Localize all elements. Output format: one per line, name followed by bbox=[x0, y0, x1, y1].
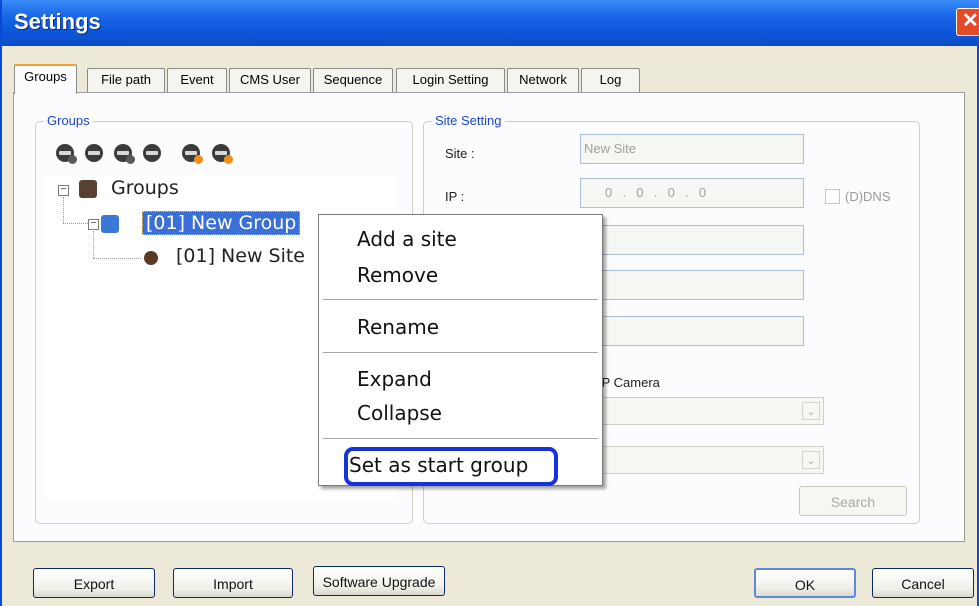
menu-item-collapse[interactable]: Collapse bbox=[357, 401, 442, 425]
tab-login-setting[interactable]: Login Setting bbox=[396, 68, 505, 92]
chevron-down-icon: ⌄ bbox=[802, 451, 820, 469]
move-up-icon[interactable] bbox=[182, 144, 203, 164]
remove-site-icon[interactable] bbox=[143, 144, 161, 162]
menu-item-remove[interactable]: Remove bbox=[357, 263, 438, 287]
tab-network[interactable]: Network bbox=[507, 68, 579, 92]
settings-window: Settings ✕ Groups File path Event CMS Us… bbox=[0, 0, 979, 606]
site-field[interactable]: New Site bbox=[580, 134, 804, 164]
groups-legend: Groups bbox=[44, 113, 93, 128]
move-down-icon[interactable] bbox=[212, 144, 233, 164]
port-field[interactable] bbox=[580, 225, 804, 255]
menu-separator bbox=[323, 299, 598, 300]
search-button[interactable]: Search bbox=[799, 486, 907, 516]
model-select[interactable]: ⌄ bbox=[580, 446, 824, 474]
menu-item-expand[interactable]: Expand bbox=[357, 367, 432, 391]
import-button[interactable]: Import bbox=[173, 568, 293, 598]
add-site-icon[interactable] bbox=[114, 144, 135, 164]
ip-field-value: 0 . 0 . 0 . 0 bbox=[605, 185, 708, 200]
site-field-value: New Site bbox=[584, 141, 637, 156]
menu-separator bbox=[323, 352, 598, 353]
close-button[interactable]: ✕ bbox=[956, 8, 979, 36]
title-bar: Settings ✕ bbox=[2, 0, 979, 46]
ddns-checkbox[interactable] bbox=[825, 189, 840, 204]
menu-item-add-site[interactable]: Add a site bbox=[357, 227, 457, 251]
tab-groups[interactable]: Groups bbox=[14, 64, 77, 94]
password-field[interactable] bbox=[580, 316, 804, 346]
close-icon: ✕ bbox=[962, 10, 979, 32]
context-menu: Add a site Remove Rename Expand Collapse… bbox=[318, 214, 603, 486]
add-group-icon[interactable] bbox=[56, 144, 77, 164]
group-icon bbox=[101, 215, 119, 233]
highlight-annotation bbox=[344, 447, 558, 486]
cancel-button[interactable]: Cancel bbox=[872, 568, 974, 598]
tab-file-path[interactable]: File path bbox=[87, 68, 165, 92]
ip-field[interactable]: 0 . 0 . 0 . 0 bbox=[580, 178, 804, 208]
site-icon bbox=[144, 251, 158, 265]
window-title: Settings bbox=[14, 9, 101, 34]
ddns-label: (D)DNS bbox=[845, 189, 891, 204]
tab-sequence[interactable]: Sequence bbox=[313, 68, 393, 92]
menu-separator bbox=[323, 438, 598, 439]
username-field[interactable] bbox=[580, 270, 804, 300]
export-button[interactable]: Export bbox=[33, 568, 155, 598]
device-type-select[interactable]: ⌄ bbox=[580, 397, 824, 425]
collapse-root-toggle[interactable]: − bbox=[58, 185, 69, 196]
tab-cms-user[interactable]: CMS User bbox=[229, 68, 311, 92]
software-upgrade-button[interactable]: Software Upgrade bbox=[313, 566, 445, 596]
group-folder-icon bbox=[79, 180, 97, 198]
ip-camera-label: IP Camera bbox=[598, 375, 660, 390]
remove-group-icon[interactable] bbox=[85, 144, 103, 162]
site-setting-legend: Site Setting bbox=[432, 113, 505, 128]
tree-site-item[interactable]: [01] New Site bbox=[176, 245, 305, 267]
site-label: Site : bbox=[445, 146, 475, 161]
tab-event[interactable]: Event bbox=[167, 68, 227, 92]
tree-group-item[interactable]: [01] New Group bbox=[142, 211, 301, 235]
tree-root-label[interactable]: Groups bbox=[111, 177, 179, 199]
menu-item-rename[interactable]: Rename bbox=[357, 315, 439, 339]
ok-button[interactable]: OK bbox=[754, 568, 856, 598]
chevron-down-icon: ⌄ bbox=[802, 402, 820, 420]
tab-log[interactable]: Log bbox=[581, 68, 640, 92]
ip-label: IP : bbox=[445, 189, 465, 204]
